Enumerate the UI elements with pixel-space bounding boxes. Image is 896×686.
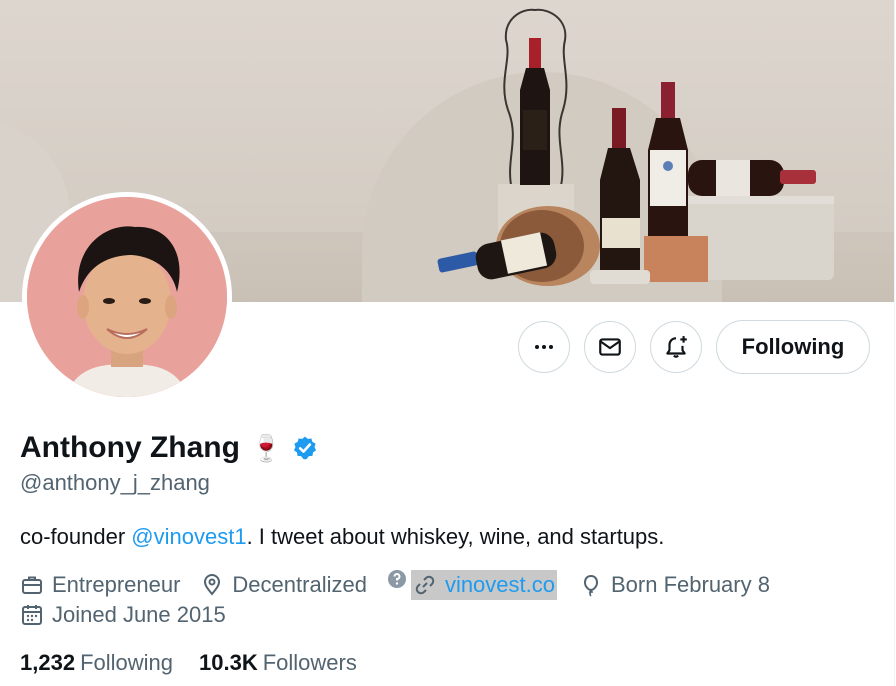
profile-name: Anthony Zhang <box>20 431 240 464</box>
website-item[interactable]: vinovest.co <box>410 570 557 600</box>
follow-stats: 1,232 Following 10.3K Followers <box>20 650 383 676</box>
notifications-button[interactable] <box>650 321 702 373</box>
avatar-photo <box>27 197 227 397</box>
joined-item: Joined June 2015 <box>20 602 226 628</box>
followers-count: 10.3K <box>199 650 258 675</box>
profile-name-row: Anthony Zhang 🍷 <box>20 428 318 468</box>
more-options-button[interactable] <box>518 321 570 373</box>
balloon-icon <box>583 574 599 597</box>
bio-text-suffix: . I tweet about whiskey, wine, and start… <box>246 524 665 549</box>
profession-item: Entrepreneur <box>20 572 180 598</box>
location-label: Decentralized <box>232 572 367 597</box>
bio-mention-link[interactable]: @vinovest1 <box>131 524 246 549</box>
followers-stat-link[interactable]: 10.3K Followers <box>199 650 357 676</box>
birthday-label: Born February 8 <box>611 572 770 597</box>
profile-meta-row: Entrepreneur Decentralized vinovest.co B… <box>20 568 790 602</box>
followers-stat-label: Followers <box>262 650 357 675</box>
profile-avatar[interactable] <box>22 192 232 402</box>
bell-plus-icon <box>666 336 687 358</box>
profile-handle: @anthony_j_zhang <box>20 470 210 495</box>
column-border <box>894 0 895 686</box>
help-icon[interactable] <box>387 569 407 589</box>
location-item: Decentralized <box>200 572 367 598</box>
bio-text-prefix: co-founder <box>20 524 132 549</box>
link-icon <box>415 575 435 595</box>
following-stat-link[interactable]: 1,232 Following <box>20 650 173 676</box>
more-icon <box>535 345 553 349</box>
website-link[interactable]: vinovest.co <box>445 572 555 598</box>
profession-label: Entrepreneur <box>52 572 181 597</box>
envelope-icon <box>599 338 621 356</box>
following-stat-label: Following <box>80 650 173 675</box>
joined-label: Joined June 2015 <box>52 602 226 627</box>
following-button[interactable]: Following <box>716 320 870 374</box>
message-button[interactable] <box>584 321 636 373</box>
wine-glass-emoji: 🍷 <box>249 432 283 463</box>
calendar-icon <box>22 605 42 625</box>
profile-bio: co-founder @vinovest1. I tweet about whi… <box>20 524 664 550</box>
birthday-item: Born February 8 <box>579 572 770 598</box>
location-pin-icon <box>204 574 221 596</box>
following-count: 1,232 <box>20 650 76 675</box>
profile-meta-row-2: Joined June 2015 <box>20 600 246 630</box>
briefcase-icon <box>22 576 42 594</box>
verified-badge-icon[interactable] <box>292 435 318 461</box>
